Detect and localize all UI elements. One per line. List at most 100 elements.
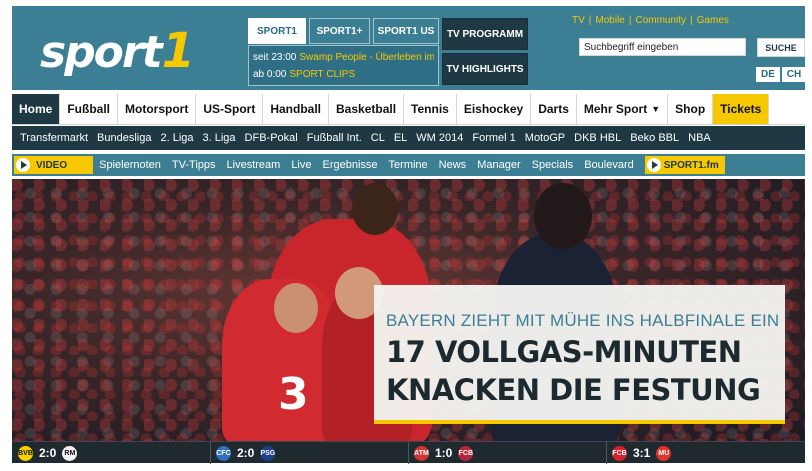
score-bar: BVB 2:0 RM CFC 2:0 PSG ATM 1:0 FCB FCB 3…	[12, 441, 805, 464]
lang-de-button[interactable]: DE	[756, 67, 780, 82]
player-head	[352, 183, 398, 235]
subnav-motogp[interactable]: MotoGP	[525, 132, 565, 144]
subnav-3-liga[interactable]: 3. Liga	[203, 132, 236, 144]
play-icon	[16, 158, 30, 172]
link-tv[interactable]: TV	[572, 15, 585, 26]
link-mobile[interactable]: Mobile	[595, 15, 624, 26]
schedule-time: seit 23:00	[253, 52, 297, 63]
video-button[interactable]: VIDEO	[14, 156, 94, 174]
sub-nav: Transfermarkt Bundesliga 2. Liga 3. Liga…	[12, 126, 805, 150]
play-icon	[646, 158, 661, 172]
headline-title-line2: KNACKEN DIE FESTUNG	[386, 373, 761, 407]
tv-box: SPORT1 SPORT1+ SPORT1 US seit 23:00 Swamp…	[248, 18, 530, 86]
subnav-el[interactable]: EL	[394, 132, 407, 144]
subnav-transfermarkt[interactable]: Transfermarkt	[20, 132, 88, 144]
subnav-dfb-pokal[interactable]: DFB-Pokal	[245, 132, 298, 144]
subnav-nba[interactable]: NBA	[688, 132, 711, 144]
subnav-dkb-hbl[interactable]: DKB HBL	[574, 132, 621, 144]
match-result[interactable]: CFC 2:0 PSG	[216, 444, 276, 462]
divider	[408, 442, 409, 464]
nav-eishockey[interactable]: Eishockey	[457, 94, 532, 124]
team-crest-icon: ATM	[414, 445, 429, 461]
nav-darts[interactable]: Darts	[531, 94, 577, 124]
logo-number: 1	[161, 23, 196, 79]
media-livestream[interactable]: Livestream	[227, 159, 281, 171]
video-label: VIDEO	[36, 159, 68, 171]
match-result[interactable]: FCB 3:1 MU	[612, 444, 672, 462]
schedule-row-next[interactable]: ab 0:00 SPORT CLIPS	[253, 66, 434, 83]
divider	[210, 442, 211, 464]
player-head	[274, 283, 318, 333]
main-nav: Home Fußball Motorsport US-Sport Handbal…	[12, 94, 805, 125]
team-crest-icon: RM	[62, 445, 78, 461]
search-button[interactable]: SUCHE	[757, 38, 805, 57]
tv-programm-button[interactable]: TV PROGRAMM	[442, 18, 528, 50]
schedule-show: Swamp People - Überleben im S	[299, 52, 434, 63]
media-spielernoten[interactable]: Spielernoten	[99, 159, 161, 171]
link-separator: |	[588, 15, 592, 26]
media-manager[interactable]: Manager	[477, 159, 520, 171]
nav-us-sport[interactable]: US-Sport	[196, 94, 264, 124]
divider	[606, 442, 607, 464]
chevron-down-icon: ▼	[651, 104, 661, 114]
nav-basketball[interactable]: Basketball	[329, 94, 405, 124]
media-boulevard[interactable]: Boulevard	[584, 159, 634, 171]
hero-teaser[interactable]: 3 BAYERN ZIEHT MIT MÜHE INS HALBFINALE E…	[12, 179, 805, 441]
media-ergebnisse[interactable]: Ergebnisse	[323, 159, 378, 171]
headline-kicker: BAYERN ZIEHT MIT MÜHE INS HALBFINALE EIN	[386, 311, 780, 330]
nav-home[interactable]: Home	[12, 94, 61, 124]
sport1-fm-button[interactable]: SPORT1.fm	[644, 156, 725, 174]
site-header: sport 1 SPORT1 SPORT1+ SPORT1 US seit 23…	[12, 6, 806, 90]
nav-handball[interactable]: Handball	[263, 94, 330, 124]
tab-sport1-plus[interactable]: SPORT1+	[309, 18, 370, 44]
tv-schedule: seit 23:00 Swamp People - Überleben im S …	[248, 45, 439, 86]
media-specials[interactable]: Specials	[532, 159, 574, 171]
top-links: TV | Mobile | Community | Games	[572, 15, 729, 26]
subnav-bundesliga[interactable]: Bundesliga	[97, 132, 151, 144]
sport1-logo[interactable]: sport 1	[40, 23, 196, 79]
team-crest-icon: PSG	[260, 445, 276, 461]
logo-word: sport	[40, 27, 163, 78]
link-separator: |	[690, 15, 693, 26]
link-separator: |	[628, 15, 632, 26]
nav-mehr-sport-label: Mehr Sport	[583, 102, 648, 116]
match-score: 2:0	[237, 446, 255, 460]
schedule-show: SPORT CLIPS	[289, 69, 356, 80]
shirt-number: 3	[278, 369, 309, 420]
schedule-time: ab 0:00	[253, 69, 287, 80]
search-input[interactable]	[579, 38, 746, 56]
link-games[interactable]: Games	[697, 15, 729, 26]
player-head	[534, 183, 592, 249]
match-result[interactable]: BVB 2:0 RM	[18, 444, 78, 462]
team-crest-icon: MU	[656, 445, 672, 461]
nav-tennis[interactable]: Tennis	[404, 94, 457, 124]
headline-box[interactable]: BAYERN ZIEHT MIT MÜHE INS HALBFINALE EIN…	[374, 285, 785, 424]
nav-mehr-sport[interactable]: Mehr Sport ▼	[577, 94, 669, 124]
subnav-beko-bbl[interactable]: Beko BBL	[630, 132, 679, 144]
media-live[interactable]: Live	[291, 159, 311, 171]
nav-motorsport[interactable]: Motorsport	[118, 94, 197, 124]
subnav-formel-1[interactable]: Formel 1	[472, 132, 515, 144]
match-result[interactable]: ATM 1:0 FCB	[414, 444, 474, 462]
subnav-wm-2014[interactable]: WM 2014	[416, 132, 463, 144]
tab-sport1-us[interactable]: SPORT1 US	[373, 18, 439, 44]
media-termine[interactable]: Termine	[389, 159, 428, 171]
nav-shop[interactable]: Shop	[668, 94, 714, 124]
media-tv-tipps[interactable]: TV-Tipps	[172, 159, 216, 171]
tab-sport1[interactable]: SPORT1	[248, 18, 306, 44]
match-score: 3:1	[633, 446, 651, 460]
subnav-2-liga[interactable]: 2. Liga	[160, 132, 193, 144]
subnav-cl[interactable]: CL	[371, 132, 385, 144]
nav-tickets[interactable]: Tickets	[713, 94, 770, 124]
team-crest-icon: BVB	[18, 445, 33, 461]
lang-ch-button[interactable]: CH	[782, 67, 806, 82]
sport1-fm-label: SPORT1.fm	[663, 159, 719, 171]
media-news[interactable]: News	[439, 159, 467, 171]
nav-fussball[interactable]: Fußball	[60, 94, 119, 124]
subnav-fussball-int[interactable]: Fußball Int.	[307, 132, 362, 144]
tv-highlights-button[interactable]: TV HIGHLIGHTS	[442, 53, 528, 85]
schedule-row-now[interactable]: seit 23:00 Swamp People - Überleben im S	[253, 49, 434, 66]
team-crest-icon: CFC	[216, 445, 231, 461]
headline-title-line1: 17 VOLLGAS-MINUTEN	[386, 335, 742, 369]
link-community[interactable]: Community	[635, 15, 686, 26]
